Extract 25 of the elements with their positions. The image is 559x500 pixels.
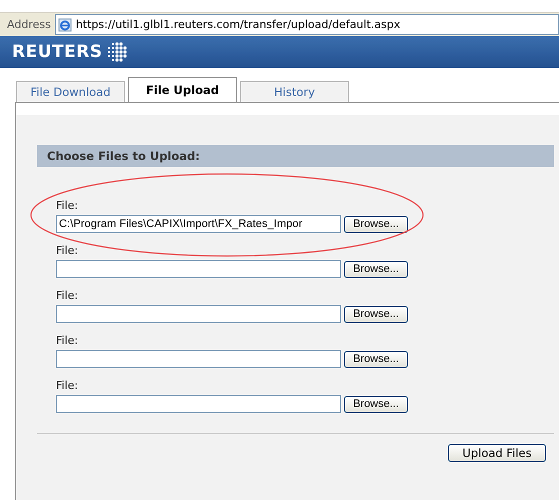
browser-page-icon [58, 18, 72, 32]
logo-text: REUTERS [12, 42, 103, 62]
browse-button[interactable]: Browse... [344, 396, 408, 412]
logo-dots-icon [106, 42, 127, 62]
tab[interactable]: History [240, 81, 349, 102]
field-label: File: [56, 199, 80, 213]
browse-button[interactable]: Browse... [344, 306, 408, 322]
file-path-field[interactable] [56, 350, 341, 368]
address-label: Address [7, 18, 51, 31]
browse-button[interactable]: Browse... [344, 216, 408, 232]
tab[interactable]: File Download [16, 81, 125, 102]
browse-button[interactable]: Browse... [344, 260, 408, 278]
field-label: File: [56, 244, 80, 258]
field-label: File: [56, 379, 80, 393]
file-path-field[interactable]: C:\Program Files\CAPIX\Import\FX_Rates_Impor [56, 215, 341, 233]
field-label: File: [56, 334, 80, 348]
tab[interactable]: File Upload [128, 77, 237, 102]
upload-files-button[interactable]: Upload Files [448, 444, 546, 462]
file-path-field[interactable] [56, 395, 341, 413]
section-header: Choose Files to Upload: [37, 145, 554, 167]
file-path-field[interactable] [56, 260, 341, 278]
browse-button[interactable]: Browse... [344, 350, 408, 368]
address-field[interactable]: https://util1.glbl1.reuters.com/transfer/upload/default.aspx [54, 14, 559, 35]
file-path-field[interactable] [56, 305, 341, 323]
field-label: File: [56, 289, 80, 303]
